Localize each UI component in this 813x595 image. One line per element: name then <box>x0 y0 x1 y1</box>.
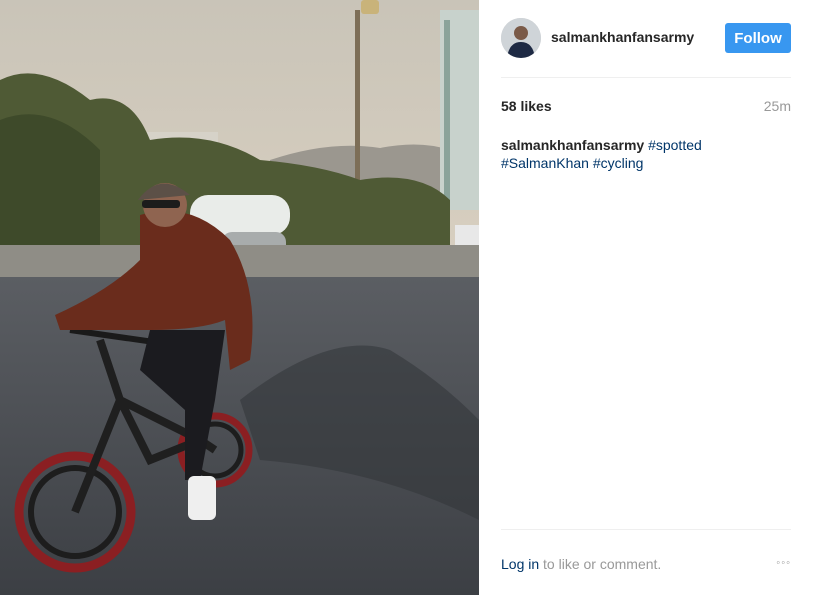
login-prompt: Log in to like or comment. <box>501 556 661 572</box>
post-header: salmankhanfansarmy Follow <box>501 16 791 78</box>
post-sidebar: salmankhanfansarmy Follow 58 likes 25m s… <box>479 0 813 595</box>
author-username[interactable]: salmankhanfansarmy <box>551 29 694 45</box>
login-link[interactable]: Log in <box>501 556 539 572</box>
follow-button[interactable]: Follow <box>725 23 791 53</box>
post-container: salmankhanfansarmy Follow 58 likes 25m s… <box>0 0 813 595</box>
avatar[interactable] <box>501 18 541 58</box>
hashtag-cycling[interactable]: #cycling <box>593 155 644 171</box>
caption-username[interactable]: salmankhanfansarmy <box>501 137 644 153</box>
post-caption: salmankhanfansarmy #spotted #SalmanKhan … <box>501 136 791 172</box>
hashtag-salmankhan[interactable]: #SalmanKhan <box>501 155 589 171</box>
likes-count[interactable]: 58 likes <box>501 98 552 114</box>
photo-illustration <box>0 0 479 595</box>
more-options-icon[interactable]: ◦◦◦ <box>776 557 791 569</box>
login-prompt-text: to like or comment. <box>539 556 662 572</box>
post-footer: Log in to like or comment. ◦◦◦ <box>501 529 791 595</box>
likes-row: 58 likes 25m <box>501 98 791 118</box>
post-photo[interactable] <box>0 0 479 595</box>
post-timestamp[interactable]: 25m <box>764 98 791 114</box>
avatar-image <box>501 18 541 58</box>
hashtag-spotted[interactable]: #spotted <box>648 137 702 153</box>
